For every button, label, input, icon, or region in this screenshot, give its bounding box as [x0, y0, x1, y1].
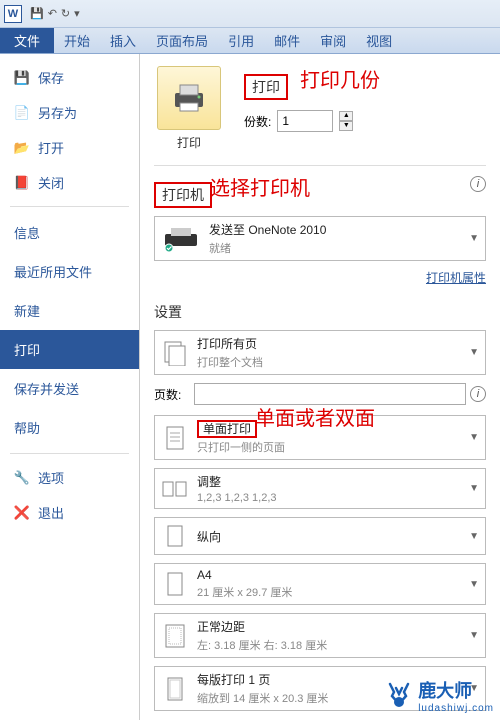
pages-input[interactable] — [194, 383, 466, 405]
sidebar-label: 另存为 — [38, 103, 77, 122]
paper-icon — [161, 570, 189, 598]
printer-status: 就绪 — [209, 240, 469, 256]
sidebar-close[interactable]: 📕 关闭 — [0, 165, 139, 200]
save-as-icon: 📄 — [14, 105, 30, 121]
printer-section-header: 打印机 — [154, 182, 212, 208]
collate-dropdown[interactable]: 调整 1,2,3 1,2,3 1,2,3 ▼ — [154, 468, 486, 509]
sidebar-print[interactable]: 打印 — [0, 330, 139, 369]
portrait-icon — [161, 522, 189, 550]
sidebar-save-as[interactable]: 📄 另存为 — [0, 95, 139, 130]
watermark-url: ludashiwj.com — [418, 703, 494, 714]
sidebar-exit[interactable]: ❌ 退出 — [0, 495, 139, 530]
printer-dropdown[interactable]: 发送至 OneNote 2010 就绪 ▼ — [154, 216, 486, 261]
copies-spin-up[interactable]: ▲ — [339, 111, 353, 121]
paper-title: A4 — [197, 568, 469, 582]
deer-logo-icon — [384, 682, 414, 710]
print-scope-dropdown[interactable]: 打印所有页 打印整个文档 ▼ — [154, 330, 486, 375]
sided-dropdown[interactable]: 单面打印 只打印一侧的页面 ▼ — [154, 415, 486, 460]
printer-name: 发送至 OneNote 2010 — [209, 221, 469, 238]
qat-undo-icon[interactable]: ↶ — [48, 7, 57, 20]
sidebar-label: 退出 — [38, 503, 64, 522]
copies-spin-down[interactable]: ▼ — [339, 121, 353, 131]
qat-customize-icon[interactable]: ▾ — [74, 7, 80, 20]
sidebar-open[interactable]: 📂 打开 — [0, 130, 139, 165]
print-button[interactable]: 打印 — [154, 66, 224, 151]
margins-icon — [161, 622, 189, 650]
word-app-icon: W — [4, 5, 22, 23]
tab-view[interactable]: 视图 — [356, 28, 402, 53]
sidebar-label: 选项 — [38, 468, 64, 487]
copies-label: 份数: — [244, 113, 271, 130]
sidebar-options[interactable]: 🔧 选项 — [0, 460, 139, 495]
tab-insert[interactable]: 插入 — [100, 28, 146, 53]
printer-large-icon — [157, 66, 221, 130]
open-icon: 📂 — [14, 140, 30, 156]
single-sheet-icon — [161, 675, 189, 703]
chevron-down-icon: ▼ — [469, 432, 479, 443]
margins-sub: 左: 3.18 厘米 右: 3.18 厘米 — [197, 637, 469, 653]
paper-sub: 21 厘米 x 29.7 厘米 — [197, 584, 469, 600]
qat-save-icon[interactable]: 💾 — [30, 7, 44, 20]
sided-sub: 只打印一侧的页面 — [197, 439, 469, 455]
printer-properties-link[interactable]: 打印机属性 — [426, 271, 486, 285]
sidebar-label: 关闭 — [38, 173, 64, 192]
collate-sub: 1,2,3 1,2,3 1,2,3 — [197, 492, 469, 504]
single-page-icon — [161, 424, 189, 452]
print-button-label: 打印 — [154, 134, 224, 151]
sidebar-save[interactable]: 💾 保存 — [0, 60, 139, 95]
sidebar-new[interactable]: 新建 — [0, 291, 139, 330]
tab-file[interactable]: 文件 — [0, 28, 54, 53]
sided-title: 单面打印 — [197, 420, 257, 438]
options-icon: 🔧 — [14, 470, 30, 486]
sidebar-recent[interactable]: 最近所用文件 — [0, 252, 139, 291]
tab-review[interactable]: 审阅 — [310, 28, 356, 53]
copies-input[interactable] — [277, 110, 333, 132]
tab-references[interactable]: 引用 — [218, 28, 264, 53]
chevron-down-icon: ▼ — [469, 483, 479, 494]
printer-info-icon[interactable]: i — [470, 176, 486, 192]
margins-title: 正常边距 — [197, 618, 469, 635]
watermark-name: 鹿大师 — [418, 681, 472, 701]
paper-dropdown[interactable]: A4 21 厘米 x 29.7 厘米 ▼ — [154, 563, 486, 605]
pages-label: 页数: — [154, 386, 190, 403]
tab-home[interactable]: 开始 — [54, 28, 100, 53]
print-header: 打印 — [244, 74, 288, 100]
scope-sub: 打印整个文档 — [197, 354, 469, 370]
pages-icon — [161, 339, 189, 367]
chevron-down-icon: ▼ — [469, 531, 479, 542]
orientation-title: 纵向 — [197, 528, 469, 545]
sidebar-label: 打开 — [38, 138, 64, 157]
sidebar-save-send[interactable]: 保存并发送 — [0, 369, 139, 408]
scope-title: 打印所有页 — [197, 335, 469, 352]
collate-title: 调整 — [197, 473, 469, 490]
chevron-down-icon: ▼ — [469, 347, 479, 358]
pages-info-icon[interactable]: i — [470, 386, 486, 402]
settings-header: 设置 — [154, 302, 182, 322]
collate-icon — [161, 475, 189, 503]
margins-dropdown[interactable]: 正常边距 左: 3.18 厘米 右: 3.18 厘米 ▼ — [154, 613, 486, 658]
printer-icon — [161, 225, 201, 253]
sidebar-label: 保存 — [38, 68, 64, 87]
tab-mail[interactable]: 邮件 — [264, 28, 310, 53]
chevron-down-icon: ▼ — [469, 233, 479, 244]
tab-layout[interactable]: 页面布局 — [146, 28, 218, 53]
orientation-dropdown[interactable]: 纵向 ▼ — [154, 517, 486, 555]
exit-icon: ❌ — [14, 505, 30, 521]
watermark: 鹿大师 ludashiwj.com — [384, 677, 494, 714]
qat-redo-icon[interactable]: ↻ — [61, 7, 70, 20]
sidebar-help[interactable]: 帮助 — [0, 408, 139, 447]
chevron-down-icon: ▼ — [469, 579, 479, 590]
chevron-down-icon: ▼ — [469, 630, 479, 641]
sidebar-info[interactable]: 信息 — [0, 213, 139, 252]
save-icon: 💾 — [14, 70, 30, 86]
close-icon: 📕 — [14, 175, 30, 191]
